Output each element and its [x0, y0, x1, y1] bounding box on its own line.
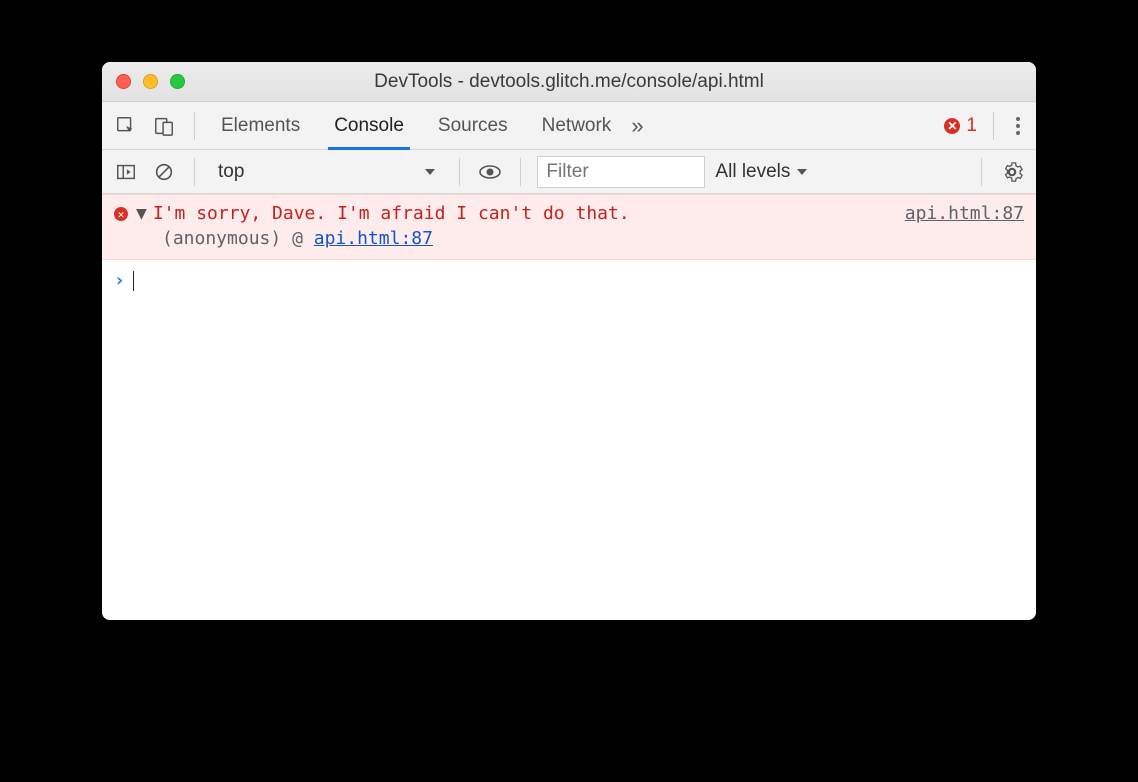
more-tabs-icon[interactable]: » [625, 113, 645, 139]
error-message: I'm sorry, Dave. I'm afraid I can't do t… [153, 203, 630, 224]
levels-label: All levels [715, 161, 790, 183]
filter-input[interactable] [537, 156, 705, 188]
chevron-down-icon [424, 166, 436, 178]
tab-elements[interactable]: Elements [217, 102, 304, 149]
divider [459, 158, 460, 186]
close-window-button[interactable] [116, 74, 131, 89]
divider [194, 158, 195, 186]
execution-context-select[interactable]: top [211, 158, 443, 186]
console-settings-icon[interactable] [998, 158, 1026, 186]
console-toolbar: top All levels [102, 150, 1036, 194]
divider [981, 158, 982, 186]
console-prompt[interactable]: › [102, 260, 1036, 301]
divider [993, 112, 994, 140]
inspect-element-icon[interactable] [112, 112, 140, 140]
settings-menu-icon[interactable] [1010, 111, 1026, 141]
minimize-window-button[interactable] [143, 74, 158, 89]
window-title: DevTools - devtools.glitch.me/console/ap… [102, 71, 1036, 93]
panel-tabs: Elements Console Sources Network [217, 102, 615, 149]
console-body: ✕ ▼ I'm sorry, Dave. I'm afraid I can't … [102, 194, 1036, 620]
context-label: top [218, 161, 244, 183]
traffic-lights [116, 74, 185, 89]
error-icon: ✕ [944, 118, 960, 134]
error-count-badge[interactable]: ✕ 1 [944, 115, 977, 137]
live-expression-icon[interactable] [476, 158, 504, 186]
divider [520, 158, 521, 186]
tab-sources[interactable]: Sources [434, 102, 512, 149]
titlebar: DevTools - devtools.glitch.me/console/ap… [102, 62, 1036, 102]
stack-at: @ [292, 228, 303, 249]
clear-console-icon[interactable] [150, 158, 178, 186]
prompt-chevron-icon: › [114, 270, 125, 291]
chevron-down-icon [796, 166, 808, 178]
tab-network[interactable]: Network [538, 102, 616, 149]
maximize-window-button[interactable] [170, 74, 185, 89]
disclosure-triangle-icon[interactable]: ▼ [136, 203, 147, 224]
stack-trace: (anonymous) @ api.html:87 [162, 228, 1024, 249]
error-icon: ✕ [114, 207, 128, 221]
main-toolbar: Elements Console Sources Network » ✕ 1 [102, 102, 1036, 150]
tab-console[interactable]: Console [330, 102, 408, 149]
console-error-entry[interactable]: ✕ ▼ I'm sorry, Dave. I'm afraid I can't … [102, 194, 1036, 260]
toggle-console-sidebar-icon[interactable] [112, 158, 140, 186]
stack-frame-label: (anonymous) [162, 228, 281, 249]
error-count: 1 [966, 115, 977, 137]
stack-frame-link[interactable]: api.html:87 [314, 228, 433, 249]
error-source-link[interactable]: api.html:87 [885, 203, 1024, 224]
devtools-window: DevTools - devtools.glitch.me/console/ap… [102, 62, 1036, 620]
text-cursor [133, 271, 134, 291]
log-levels-select[interactable]: All levels [715, 161, 808, 183]
toggle-device-icon[interactable] [150, 112, 178, 140]
divider [194, 112, 195, 140]
